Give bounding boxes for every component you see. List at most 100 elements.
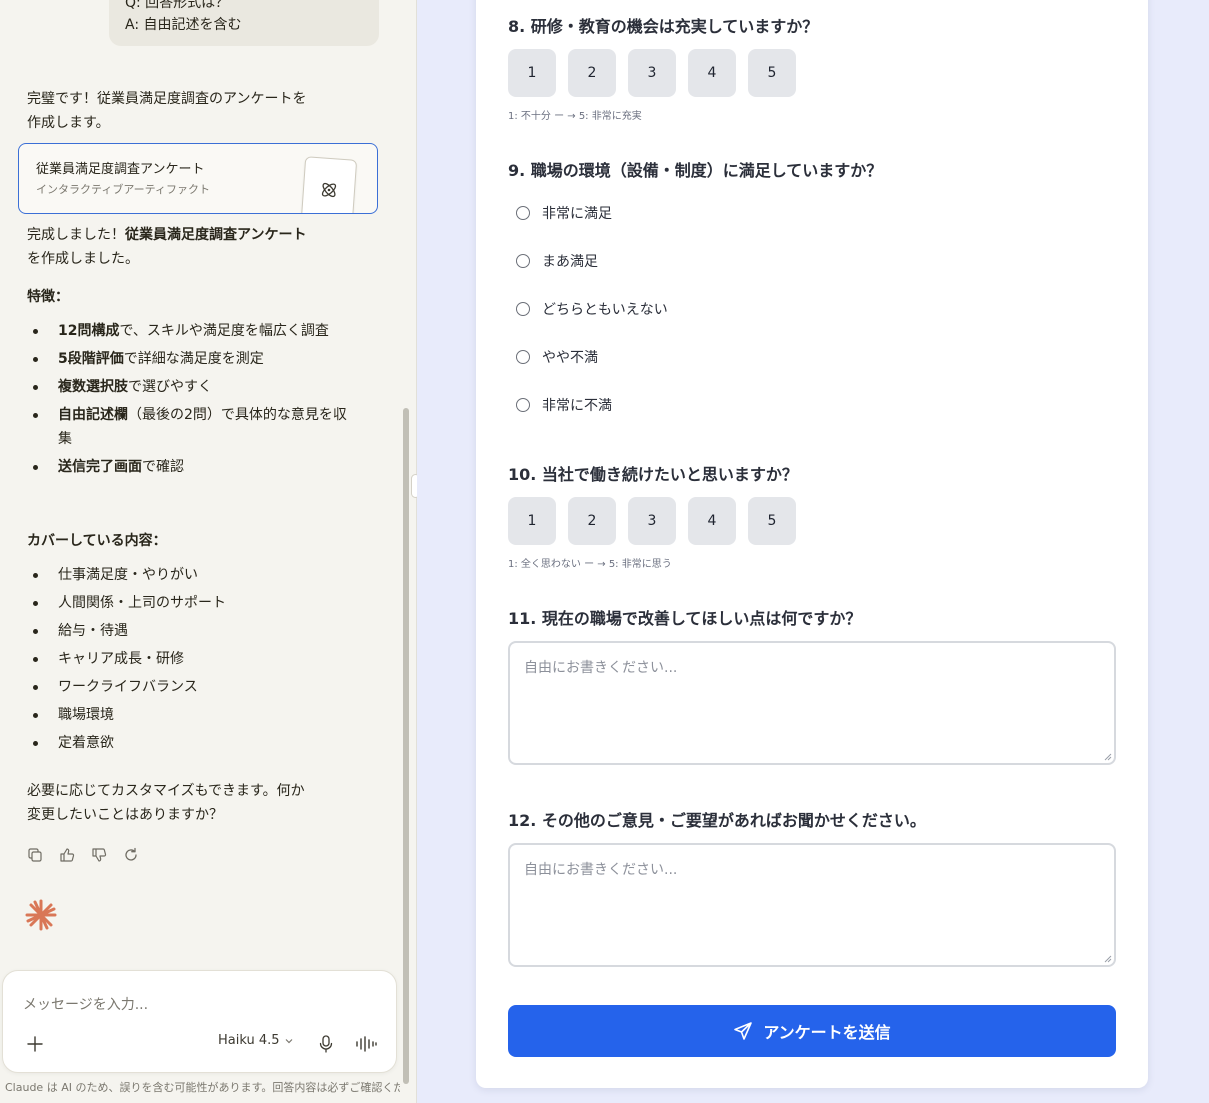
radio-label: まあ満足	[542, 254, 598, 270]
q10-rating-4[interactable]: 4	[688, 497, 736, 545]
list-item: 定着意欲	[27, 731, 357, 755]
message-input[interactable]: メッセージを入力...	[23, 994, 148, 1014]
thumbs-up-button[interactable]	[58, 846, 76, 864]
chat-pane: Q: 回答形式は？ A: 自由記述を含む 完璧です！従業員満足度調査のアンケート…	[0, 0, 416, 1103]
question-10-scale: 1 2 3 4 5	[508, 497, 796, 545]
message-input-box[interactable]: メッセージを入力... Haiku 4.5	[2, 970, 397, 1073]
q8-rating-3[interactable]: 3	[628, 49, 676, 97]
textarea-placeholder: 自由にお書きください...	[524, 660, 678, 676]
q10-rating-3[interactable]: 3	[628, 497, 676, 545]
completion-message: 完成しました！従業員満足度調査アンケート を作成しました。	[27, 223, 357, 271]
feature-bold: 送信完了画面	[58, 459, 142, 475]
resize-grip-icon[interactable]	[1104, 753, 1112, 761]
artifact-card[interactable]: 従業員満足度調査アンケート インタラクティブアーティファクト	[18, 143, 378, 214]
question-12-textarea[interactable]: 自由にお書きください...	[508, 843, 1116, 967]
thumbs-up-icon	[60, 848, 75, 862]
radio-label: どちらともいえない	[542, 302, 668, 318]
list-item: 複数選択肢で選びやすく	[27, 375, 357, 399]
retry-icon	[125, 847, 137, 861]
list-item: ワークライフバランス	[27, 675, 357, 699]
microphone-icon	[319, 1035, 333, 1053]
artifact-thumbnail	[300, 156, 358, 213]
question-8-scale: 1 2 3 4 5	[508, 49, 796, 97]
closing-line: 必要に応じてカスタマイズもできます。何か	[27, 783, 305, 799]
feature-text: で選びやすく	[128, 379, 212, 395]
closing-line: 変更したいことはありますか？	[27, 807, 223, 823]
q8-rating-2[interactable]: 2	[568, 49, 616, 97]
feature-bold: 自由記述欄	[58, 407, 128, 423]
plus-icon	[27, 1036, 43, 1052]
chevron-down-icon	[285, 1038, 292, 1043]
voice-wave-icon	[356, 1036, 377, 1052]
coverage-list: 仕事満足度・やりがい 人間関係・上司のサポート 給与・待遇 キャリア成長・研修 …	[27, 563, 357, 755]
question-10-label: 10. 当社で働き続けたいと思いますか？	[508, 465, 798, 484]
q8-rating-5[interactable]: 5	[748, 49, 796, 97]
question-9-label: 9. 職場の環境（設備・制度）に満足していますか？	[508, 161, 883, 180]
feature-bold: 12問構成	[58, 323, 120, 339]
user-message-line: A: 自由記述を含む	[125, 17, 242, 33]
send-icon	[734, 1022, 753, 1040]
q9-option-3[interactable]: どちらともいえない	[516, 299, 668, 319]
disclaimer: Claude は AI のため、誤りを含む可能性があります。回答内容は必ずご確認…	[5, 1081, 400, 1094]
question-11-label: 11. 現在の職場で改善してほしい点は何ですか？	[508, 609, 862, 628]
q10-rating-1[interactable]: 1	[508, 497, 556, 545]
list-item: キャリア成長・研修	[27, 647, 357, 671]
q8-rating-4[interactable]: 4	[688, 49, 736, 97]
submit-label: アンケートを送信	[763, 1023, 891, 1042]
coverage-heading: カバーしている内容：	[27, 533, 167, 549]
thumbs-down-button[interactable]	[90, 846, 108, 864]
artifact-atom-icon	[321, 182, 337, 198]
user-message-bubble: Q: 回答形式は？ A: 自由記述を含む	[109, 0, 379, 46]
question-8-hint: 1: 不十分 ー → 5: 非常に充実	[508, 111, 642, 122]
microphone-button[interactable]	[315, 1032, 337, 1056]
list-item: 給与・待遇	[27, 619, 357, 643]
artifact-subtitle: インタラクティブアーティファクト	[36, 183, 211, 196]
user-message-line: Q: 回答形式は？	[125, 0, 230, 11]
radio-label: 非常に満足	[542, 206, 612, 222]
q10-rating-2[interactable]: 2	[568, 497, 616, 545]
q8-rating-1[interactable]: 1	[508, 49, 556, 97]
question-8-label: 8. 研修・教育の機会は充実していますか？	[508, 17, 819, 36]
assistant-intro-line: 完璧です！従業員満足度調査のアンケートを	[27, 91, 307, 107]
submit-survey-button[interactable]: アンケートを送信	[508, 1005, 1116, 1057]
feature-text: で確認	[142, 459, 184, 475]
assistant-intro-line: 作成します。	[27, 115, 110, 131]
chat-scrollbar[interactable]	[403, 408, 409, 1084]
features-list: 12問構成で、スキルや満足度を幅広く調査 5段階評価で詳細な満足度を測定 複数選…	[27, 319, 357, 479]
feature-bold: 5段階評価	[58, 351, 124, 367]
completion-bold: 従業員満足度調査アンケート	[125, 227, 307, 243]
radio-button[interactable]	[516, 254, 530, 268]
q9-option-1[interactable]: 非常に満足	[516, 203, 612, 223]
list-item: 仕事満足度・やりがい	[27, 563, 357, 587]
radio-button[interactable]	[516, 350, 530, 364]
radio-button[interactable]	[516, 206, 530, 220]
question-10-hint: 1: 全く思わない ー → 5: 非常に思う	[508, 559, 672, 570]
q9-option-5[interactable]: 非常に不満	[516, 395, 612, 415]
radio-label: やや不満	[542, 350, 598, 366]
add-attachment-button[interactable]	[23, 1032, 47, 1056]
textarea-placeholder: 自由にお書きください...	[524, 862, 678, 878]
artifact-preview: 8. 研修・教育の機会は充実していますか？ 1 2 3 4 5 1: 不十分 ー…	[417, 0, 1209, 1103]
voice-mode-button[interactable]	[353, 1032, 379, 1056]
copy-icon	[28, 848, 42, 862]
model-name: Haiku 4.5	[218, 1033, 280, 1048]
q9-option-2[interactable]: まあ満足	[516, 251, 598, 271]
radio-button[interactable]	[516, 302, 530, 316]
claude-spark-icon	[25, 899, 57, 931]
q9-option-4[interactable]: やや不満	[516, 347, 598, 367]
feature-text: で詳細な満足度を測定	[123, 351, 264, 367]
completion-prefix: 完成しました！	[27, 227, 125, 243]
question-12-label: 12. その他のご意見・ご要望があればお聞かせください。	[508, 811, 926, 830]
retry-button[interactable]	[122, 846, 140, 864]
copy-button[interactable]	[26, 846, 44, 864]
survey-form: 8. 研修・教育の機会は充実していますか？ 1 2 3 4 5 1: 不十分 ー…	[476, 0, 1148, 1088]
radio-button[interactable]	[516, 398, 530, 412]
model-selector[interactable]: Haiku 4.5	[218, 1033, 294, 1048]
question-11-textarea[interactable]: 自由にお書きください...	[508, 641, 1116, 765]
resize-grip-icon[interactable]	[1104, 955, 1112, 963]
closing-message: 必要に応じてカスタマイズもできます。何か 変更したいことはありますか？	[27, 779, 357, 827]
assistant-intro: 完璧です！従業員満足度調査のアンケートを 作成します。	[27, 87, 357, 135]
q10-rating-5[interactable]: 5	[748, 497, 796, 545]
list-item: 12問構成で、スキルや満足度を幅広く調査	[27, 319, 357, 343]
feature-text: で、スキルや満足度を幅広く調査	[119, 323, 329, 339]
